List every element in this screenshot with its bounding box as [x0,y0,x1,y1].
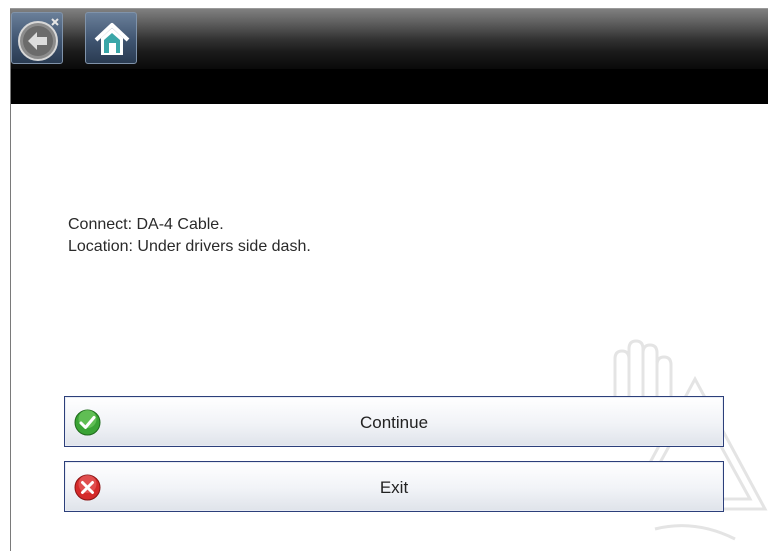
scan-tool-screen: Connect: DA-4 Cable. Location: Under dri… [10,9,768,551]
exit-label: Exit [379,478,409,497]
exit-button[interactable]: Exit [64,461,724,512]
connect-text: Connect: DA-4 Cable. [68,216,224,233]
screen-left-border [10,9,11,551]
home-button[interactable] [85,12,137,64]
continue-label: Continue [359,413,429,432]
toolbar [10,9,768,69]
connection-message: Connect: DA-4 Cable. Location: Under dri… [68,214,311,258]
home-icon [94,23,130,55]
continue-button[interactable]: Continue [64,396,724,447]
back-arrow-icon [18,18,59,61]
back-button[interactable] [11,12,63,64]
location-text: Location: Under drivers side dash. [68,238,311,255]
